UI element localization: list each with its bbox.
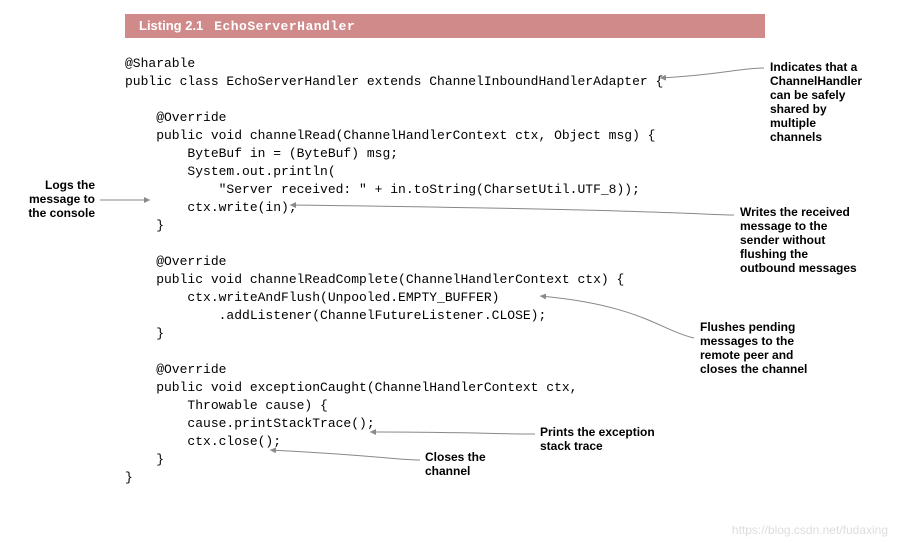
code-line: } [125,452,164,467]
listing-title: EchoServerHandler [214,19,355,34]
code-line: public class EchoServerHandler extends C… [125,74,663,89]
code-line: System.out.println( [125,164,336,179]
code-line: } [125,470,133,485]
listing-number: Listing 2.1 [139,18,203,33]
code-line: Throwable cause) { [125,398,328,413]
code-line: "Server received: " + in.toString(Charse… [125,182,640,197]
annotation-write: Writes the receivedmessage to thesender … [740,205,880,275]
code-line: @Override [125,254,226,269]
code-line: @Override [125,110,226,125]
code-line: @Override [125,362,226,377]
code-line: cause.printStackTrace(); [125,416,375,431]
code-line: } [125,218,164,233]
annotation-stack: Prints the exceptionstack trace [540,425,680,453]
code-line: public void exceptionCaught(ChannelHandl… [125,380,577,395]
code-line: @Sharable [125,56,195,71]
annotation-sharable: Indicates that aChannelHandlercan be saf… [770,60,880,144]
code-line: ByteBuf in = (ByteBuf) msg; [125,146,398,161]
annotation-logs: Logs themessage tothe console [20,178,95,220]
listing-header: Listing 2.1 EchoServerHandler [125,14,765,38]
code-block: @Sharable public class EchoServerHandler… [125,55,663,487]
watermark: https://blog.csdn.net/fudaxing [732,523,888,537]
code-line: ctx.close(); [125,434,281,449]
annotation-flush: Flushes pendingmessages to theremote pee… [700,320,840,376]
code-line: public void channelReadComplete(ChannelH… [125,272,624,287]
code-line: .addListener(ChannelFutureListener.CLOSE… [125,308,546,323]
annotation-close: Closes thechannel [425,450,505,478]
code-line: ctx.writeAndFlush(Unpooled.EMPTY_BUFFER) [125,290,499,305]
code-line: public void channelRead(ChannelHandlerCo… [125,128,656,143]
code-line: ctx.write(in); [125,200,297,215]
code-line: } [125,326,164,341]
